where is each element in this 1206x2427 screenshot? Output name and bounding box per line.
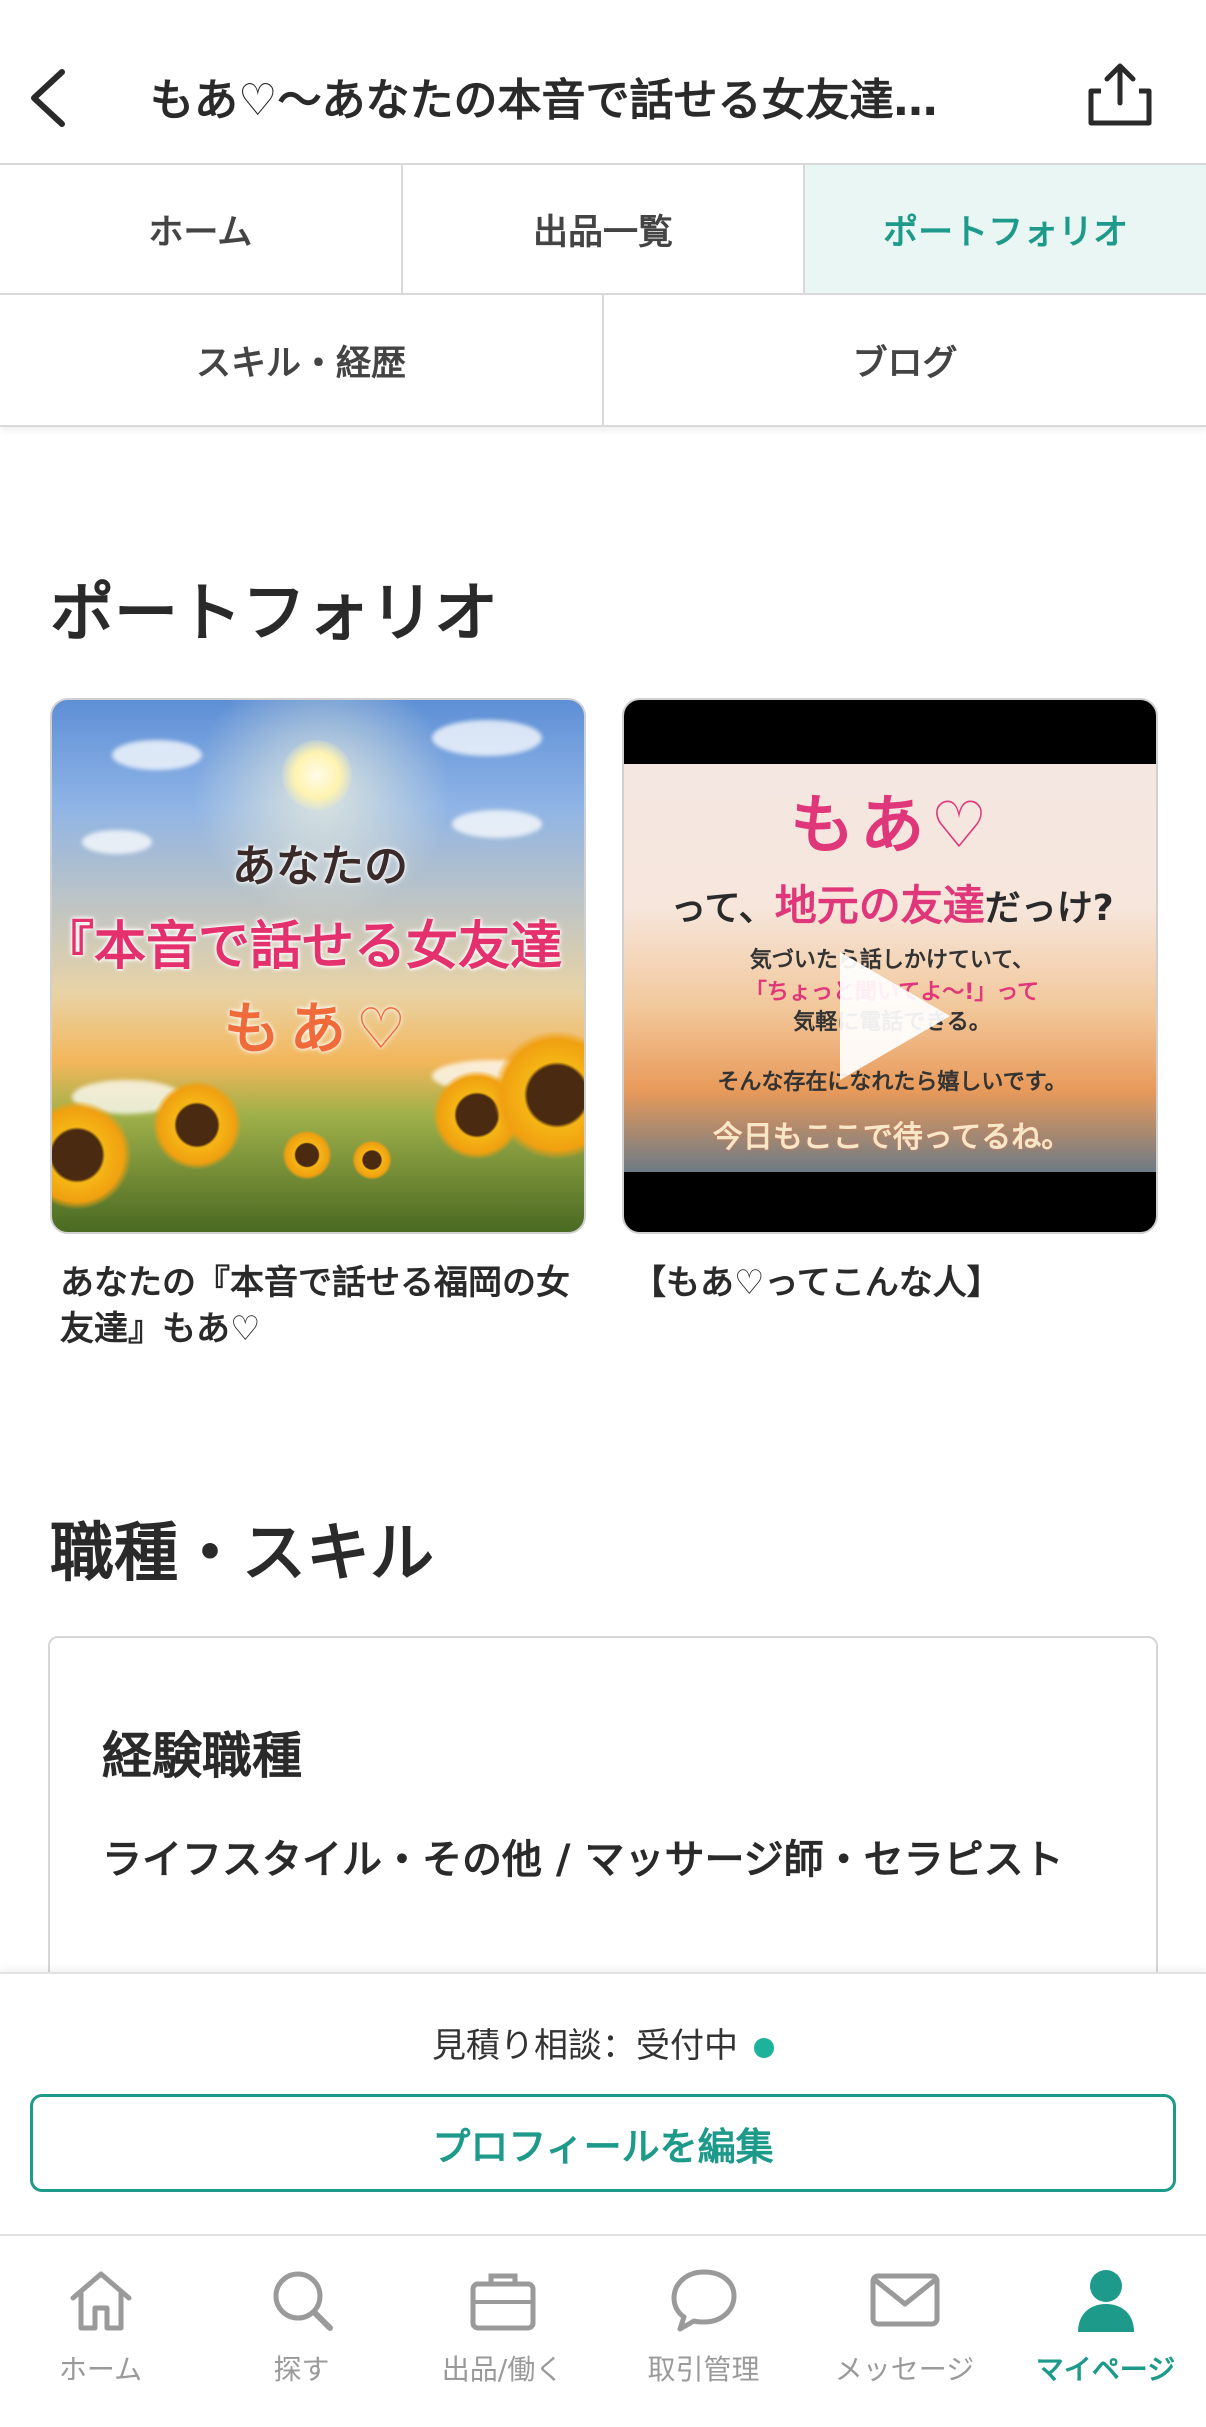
tab-portfolio[interactable]: ポートフォリオ xyxy=(805,165,1206,293)
chevron-left-icon xyxy=(31,69,65,127)
experience-job-types: ライフスタイル・その他 / マッサージ師・セラピスト xyxy=(102,1837,1064,1883)
sun-image xyxy=(282,740,352,810)
portfolio-thumbnail[interactable]: あなたの 『本音で話せる女友達 もあ♡ xyxy=(50,698,586,1234)
portfolio-item-caption[interactable]: あなたの『本音で話せる福岡の女友達』もあ♡ xyxy=(50,1260,586,1352)
search-icon xyxy=(266,2264,338,2336)
page-title: もあ♡〜あなたの本音で話せる女友達… xyxy=(150,75,938,126)
bottom-navigation: ホーム 探す 出品/働く 取引管理 メッセージ マイページ xyxy=(0,2234,1206,2427)
nav-item-mypage[interactable]: マイページ xyxy=(1005,2236,1206,2427)
thumbnail-text: あなたの xyxy=(232,841,408,892)
tab-skills-career[interactable]: スキル・経歴 xyxy=(0,295,604,425)
estimate-status: 見積り相談：受付中 xyxy=(0,2018,1206,2067)
experience-heading: 経験職種 xyxy=(102,1727,302,1785)
thumbnail-text: って、地元の友達だっけ? xyxy=(670,881,1114,930)
thumbnail-text: 今日もここで待ってるね。 xyxy=(712,1120,1072,1155)
nav-item-listing-work[interactable]: 出品/働く xyxy=(402,2236,603,2427)
mail-icon xyxy=(869,2264,941,2336)
nav-item-transactions[interactable]: 取引管理 xyxy=(603,2236,804,2427)
nav-item-home[interactable]: ホーム xyxy=(0,2236,201,2427)
thumbnail-text: 『本音で話せる女友達 xyxy=(50,917,562,977)
nav-label: ホーム xyxy=(58,2353,143,2386)
portfolio-item[interactable]: もあ♡ って、地元の友達だっけ? 気づいたら話しかけていて、 「ちょっと聞いてよ… xyxy=(622,698,1158,1306)
action-panel: 見積り相談：受付中 プロフィールを編集 xyxy=(0,1972,1206,2234)
briefcase-icon xyxy=(467,2264,539,2336)
portfolio-video-thumbnail[interactable]: もあ♡ って、地元の友達だっけ? 気づいたら話しかけていて、 「ちょっと聞いてよ… xyxy=(622,698,1158,1234)
home-icon xyxy=(65,2264,137,2336)
share-icon xyxy=(1088,63,1152,126)
app-header: もあ♡〜あなたの本音で話せる女友達… xyxy=(0,0,1206,163)
status-dot-icon xyxy=(754,2037,774,2058)
nav-label: メッセージ xyxy=(834,2353,975,2386)
tab-blog[interactable]: ブログ xyxy=(604,295,1206,425)
portfolio-section-title: ポートフォリオ xyxy=(50,577,498,651)
profile-tabs: ホーム 出品一覧 ポートフォリオ スキル・経歴 ブログ xyxy=(0,163,1206,427)
nav-label: 取引管理 xyxy=(647,2353,760,2386)
share-button[interactable] xyxy=(1085,58,1155,130)
thumbnail-text: もあ♡ xyxy=(223,997,417,1062)
nav-item-search[interactable]: 探す xyxy=(201,2236,402,2427)
chat-bubble-icon xyxy=(668,2264,740,2336)
nav-label: 出品/働く xyxy=(441,2353,564,2386)
person-icon xyxy=(1070,2264,1142,2336)
nav-label: マイページ xyxy=(1035,2353,1176,2386)
back-button[interactable] xyxy=(18,58,78,138)
portfolio-item-caption[interactable]: 【もあ♡ってこんな人】 xyxy=(622,1260,1158,1306)
thumbnail-text: もあ♡ xyxy=(790,789,994,863)
estimate-status-text: 見積り相談：受付中 xyxy=(432,2026,738,2066)
play-icon[interactable] xyxy=(840,952,950,1080)
skills-section-title: 職種・スキル xyxy=(50,1517,434,1591)
edit-profile-button[interactable]: プロフィールを編集 xyxy=(30,2094,1176,2192)
portfolio-item[interactable]: あなたの 『本音で話せる女友達 もあ♡ あなたの『本音で話せる福岡の女友達』もあ… xyxy=(50,698,586,1352)
nav-item-messages[interactable]: メッセージ xyxy=(804,2236,1005,2427)
tab-listings[interactable]: 出品一覧 xyxy=(403,165,806,293)
tab-home[interactable]: ホーム xyxy=(0,165,403,293)
nav-label: 探す xyxy=(273,2353,330,2386)
